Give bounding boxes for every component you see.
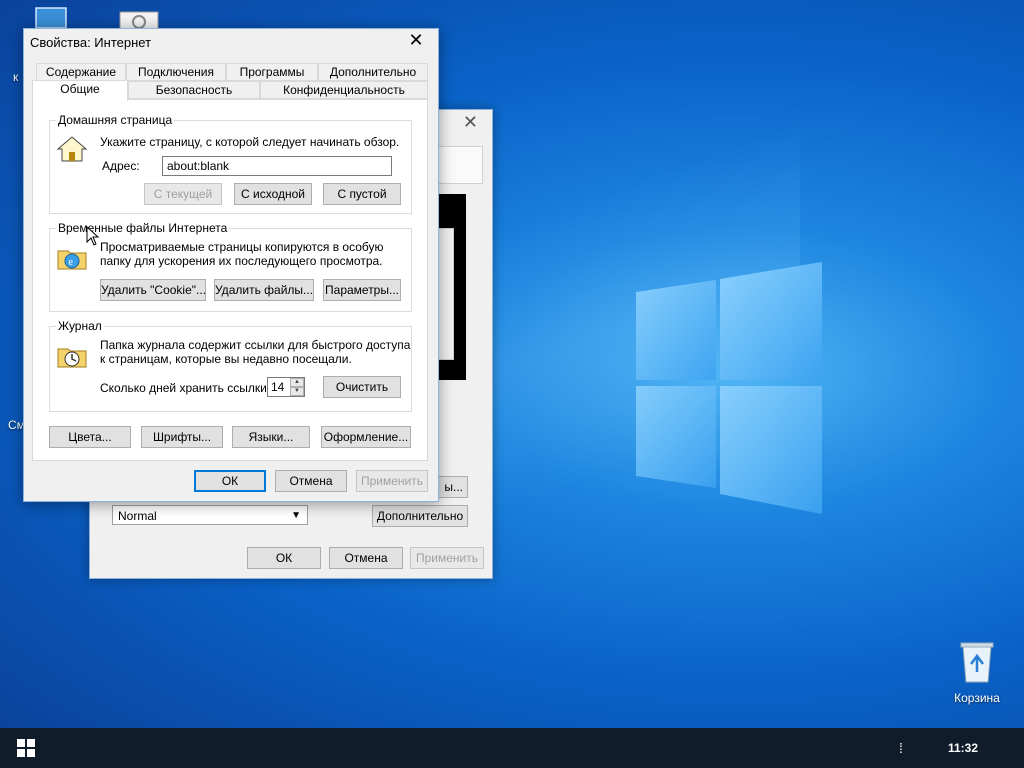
- home-page-legend: Домашняя страница: [56, 113, 175, 127]
- tab-connections[interactable]: Подключения: [126, 63, 226, 81]
- history-description-2: к страницам, которые вы недавно посещали…: [100, 352, 352, 366]
- recycle-bin[interactable]: Корзина: [942, 640, 1012, 705]
- tab-general[interactable]: Общие: [32, 80, 128, 101]
- settings-button[interactable]: Параметры...: [323, 279, 401, 301]
- delete-cookies-button[interactable]: Удалить "Cookie"...: [100, 279, 206, 301]
- accessibility-button[interactable]: Оформление...: [321, 426, 411, 448]
- chevron-down-icon: ▼: [291, 510, 301, 521]
- days-label: Сколько дней хранить ссылки:: [100, 381, 271, 395]
- temp-description-2: папку для ускорения их последующего прос…: [100, 254, 383, 268]
- home-page-group: Домашняя страница Укажите страницу, с ко…: [49, 113, 412, 214]
- history-description-1: Папка журнала содержит ссылки для быстро…: [100, 338, 411, 352]
- close-icon[interactable]: ✕: [404, 29, 428, 53]
- dialog-title: Свойства: Интернет: [30, 35, 152, 50]
- apply-button[interactable]: Применить: [356, 470, 428, 492]
- use-default-button[interactable]: С исходной: [234, 183, 312, 205]
- close-icon[interactable]: ✕: [463, 112, 478, 133]
- recycle-bin-label: Корзина: [954, 691, 1000, 705]
- temp-files-group: Временные файлы Интернета e Просматривае…: [49, 221, 412, 312]
- home-description: Укажите страницу, с которой следует начи…: [100, 135, 400, 149]
- days-stepper-buttons[interactable]: ▲ ▼: [290, 378, 304, 396]
- history-group: Журнал Папка журнала содержит ссылки для…: [49, 319, 412, 412]
- history-icon: [57, 348, 87, 368]
- windows-start-icon: [17, 739, 35, 757]
- ok-button[interactable]: ОК: [247, 547, 321, 569]
- history-legend: Журнал: [56, 319, 104, 333]
- delete-files-button[interactable]: Удалить файлы...: [214, 279, 314, 301]
- dropdown-value: Normal: [118, 509, 157, 523]
- windows-logo: [636, 262, 822, 514]
- address-label: Адрес:: [102, 159, 140, 173]
- taskbar: ⁞ 11:32: [0, 728, 1024, 768]
- use-current-button[interactable]: С текущей: [144, 183, 222, 205]
- colors-button[interactable]: Цвета...: [49, 426, 131, 448]
- cancel-button[interactable]: Отмена: [275, 470, 347, 492]
- tab-programs[interactable]: Программы: [226, 63, 318, 81]
- internet-properties-dialog: Свойства: Интернет ✕ Содержание Подключе…: [23, 28, 439, 502]
- use-blank-button[interactable]: С пустой: [323, 183, 401, 205]
- languages-button[interactable]: Языки...: [232, 426, 310, 448]
- internet-files-icon: e: [57, 250, 87, 270]
- home-icon: [56, 136, 88, 162]
- tab-content[interactable]: Содержание: [36, 63, 126, 81]
- tray-notification-icon[interactable]: ⁞: [896, 740, 906, 756]
- address-input[interactable]: about:blank: [162, 156, 392, 176]
- desktop-label-partial: к: [13, 70, 19, 84]
- tab-advanced[interactable]: Дополнительно: [318, 63, 428, 81]
- cancel-button[interactable]: Отмена: [329, 547, 403, 569]
- clear-history-button[interactable]: Очистить: [323, 376, 401, 398]
- tab-security[interactable]: Безопасность: [128, 81, 260, 99]
- svg-text:e: e: [69, 257, 74, 268]
- apply-button[interactable]: Применить: [410, 547, 484, 569]
- style-dropdown[interactable]: Normal ▼: [112, 505, 308, 525]
- recycle-bin-icon: [960, 642, 994, 683]
- advanced-button[interactable]: Дополнительно: [372, 505, 468, 527]
- mouse-cursor-icon: [86, 226, 100, 246]
- chevron-up-icon[interactable]: ▲: [290, 378, 304, 387]
- temp-files-legend: Временные файлы Интернета: [56, 221, 230, 235]
- ok-button[interactable]: ОК: [194, 470, 266, 492]
- temp-description-1: Просматриваемые страницы копируются в ос…: [100, 240, 384, 254]
- general-tab-page: Домашняя страница Укажите страницу, с ко…: [32, 99, 428, 461]
- tab-privacy[interactable]: Конфиденциальность: [260, 81, 428, 99]
- start-button[interactable]: [0, 728, 52, 768]
- chevron-down-icon[interactable]: ▼: [290, 387, 304, 396]
- clock[interactable]: 11:32: [930, 728, 996, 768]
- fonts-button[interactable]: Шрифты...: [141, 426, 223, 448]
